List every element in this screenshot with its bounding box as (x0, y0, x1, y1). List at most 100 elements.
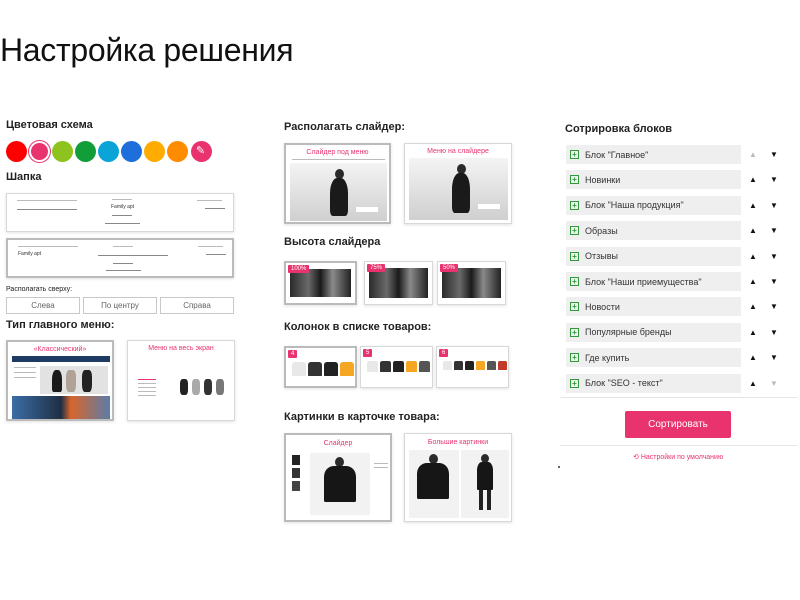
page-title: Настройка решения (0, 32, 294, 68)
divider (560, 445, 797, 446)
move-up-icon[interactable]: ▲ (749, 252, 757, 261)
sort-block-label: Блок "Главное" (585, 149, 649, 160)
move-down-icon[interactable]: ▼ (770, 175, 778, 184)
sort-block-row[interactable]: + Образы (566, 221, 741, 241)
move-up-icon[interactable]: ▲ (749, 379, 757, 388)
move-up-icon[interactable]: ▲ (749, 201, 757, 210)
slider-preview-image (290, 269, 351, 297)
slider-height-label: Высота слайдера (284, 236, 381, 248)
sort-block-row[interactable]: + Новости (566, 297, 741, 317)
menu-option-fullscreen[interactable]: Меню на весь экран (127, 340, 235, 421)
product-thumb (406, 361, 417, 372)
sort-block-row[interactable]: + Блок "Наша продукция" (566, 195, 741, 215)
expand-icon[interactable]: + (570, 277, 579, 286)
slider-height-option-1[interactable]: 100% (284, 261, 357, 305)
move-down-icon[interactable]: ▼ (770, 302, 778, 311)
move-down-icon[interactable]: ▼ (770, 252, 778, 261)
move-down-icon[interactable]: ▼ (770, 353, 778, 362)
sort-block-row[interactable]: + Отзывы (566, 246, 741, 266)
dot (558, 466, 560, 468)
sort-button[interactable]: Сортировать (625, 411, 731, 438)
slider-height-option-2[interactable]: 75% (364, 261, 433, 305)
sort-block-row[interactable]: + Блок "Главное" (566, 145, 741, 164)
color-swatch-green[interactable] (75, 141, 96, 162)
header-option-1[interactable]: Family apt (6, 193, 234, 232)
columns-option-4[interactable]: 4 (284, 346, 357, 388)
slider-preview-image (442, 268, 501, 298)
move-up-icon[interactable]: ▲ (749, 302, 757, 311)
product-thumb (367, 361, 378, 372)
expand-icon[interactable]: + (570, 378, 579, 388)
position-right-button[interactable]: Справа (160, 297, 234, 314)
height-badge: 50% (440, 264, 459, 272)
move-down-icon[interactable]: ▼ (770, 150, 778, 159)
header-label: Шапка (6, 171, 42, 183)
expand-icon[interactable]: + (570, 353, 579, 363)
sort-block-row[interactable]: + Новинки (566, 170, 741, 190)
sort-block-label: Где купить (585, 352, 630, 363)
move-up-icon[interactable]: ▲ (749, 277, 757, 286)
sort-block-label: Блок "Наши приемущества" (585, 276, 702, 287)
product-thumb (476, 361, 485, 370)
position-center-button[interactable]: По центру (83, 297, 157, 314)
expand-icon[interactable]: + (570, 302, 579, 312)
color-swatch-amber[interactable] (144, 141, 165, 162)
move-down-icon[interactable]: ▼ (770, 379, 778, 388)
move-up-icon[interactable]: ▲ (749, 175, 757, 184)
color-swatch-blue[interactable] (121, 141, 142, 162)
color-swatch-red[interactable] (6, 141, 27, 162)
product-thumb (324, 362, 338, 376)
move-down-icon[interactable]: ▼ (770, 277, 778, 286)
product-images-slider-option[interactable]: Слайдер (284, 433, 392, 522)
expand-icon[interactable]: + (570, 175, 579, 185)
sort-block-label: Блок "SEO - текст" (585, 378, 663, 389)
settings-page: { "page": {"title": "Настройка решения"}… (0, 0, 800, 600)
expand-icon[interactable]: + (570, 150, 579, 159)
product-thumb (292, 362, 306, 376)
columns-badge: 5 (363, 349, 373, 357)
color-swatch-custom[interactable]: ✎ (191, 141, 212, 162)
sort-block-label: Новинки (585, 174, 621, 185)
color-swatch-orange[interactable] (167, 141, 188, 162)
slider-option-on-slider[interactable]: Меню на слайдере (404, 143, 512, 224)
sort-block-row[interactable]: + Где купить (566, 348, 741, 368)
menu-option-classic[interactable]: «Классический» (6, 340, 114, 421)
sort-block-row[interactable]: + Популярные бренды (566, 322, 741, 342)
expand-icon[interactable]: + (570, 251, 579, 261)
header-option-2[interactable]: Family apt (6, 238, 234, 278)
move-up-icon[interactable]: ▲ (749, 226, 757, 235)
move-up-icon[interactable]: ▲ (749, 328, 757, 337)
sort-block-label: Популярные бренды (585, 327, 672, 338)
slider-option-under-menu[interactable]: Слайдер под меню (284, 143, 391, 224)
color-swatch-lime[interactable] (52, 141, 73, 162)
expand-icon[interactable]: + (570, 200, 579, 210)
sort-block-label: Образы (585, 225, 618, 236)
color-swatch-cyan[interactable] (98, 141, 119, 162)
move-down-icon[interactable]: ▼ (770, 226, 778, 235)
move-down-icon[interactable]: ▼ (770, 201, 778, 210)
sort-block-row[interactable]: + Блок "Наши приемущества" (566, 272, 741, 291)
header-position-label: Располагать сверху: (6, 286, 73, 293)
reset-defaults-link[interactable]: ⟲ Настройки по умолчанию (633, 453, 723, 461)
sort-block-row[interactable]: + Блок "SEO - текст" (566, 373, 741, 393)
slider-height-option-3[interactable]: 50% (437, 261, 506, 305)
columns-option-6[interactable]: 6 (436, 346, 509, 388)
columns-option-5[interactable]: 5 (360, 346, 433, 388)
product-images-label: Картинки в карточке товара: (284, 411, 440, 423)
slider-label: Располагать слайдер: (284, 121, 405, 133)
slider-option-under-menu-label: Слайдер под меню (306, 149, 369, 156)
expand-icon[interactable]: + (570, 327, 579, 337)
move-up-icon[interactable]: ▲ (749, 353, 757, 362)
product-images-large-option[interactable]: Большие картинки (404, 433, 512, 522)
product-images-large-label: Большие картинки (427, 439, 489, 446)
position-left-button[interactable]: Слева (6, 297, 80, 314)
expand-icon[interactable]: + (570, 226, 579, 236)
color-swatch-crimson[interactable] (29, 141, 50, 162)
product-thumb (443, 361, 452, 370)
product-thumb (454, 361, 463, 370)
refresh-icon: ⟲ (633, 454, 639, 461)
move-up-icon[interactable]: ▲ (749, 150, 757, 159)
move-down-icon[interactable]: ▼ (770, 328, 778, 337)
columns-badge: 6 (439, 349, 449, 357)
columns-label: Колонок в списке товаров: (284, 321, 432, 333)
